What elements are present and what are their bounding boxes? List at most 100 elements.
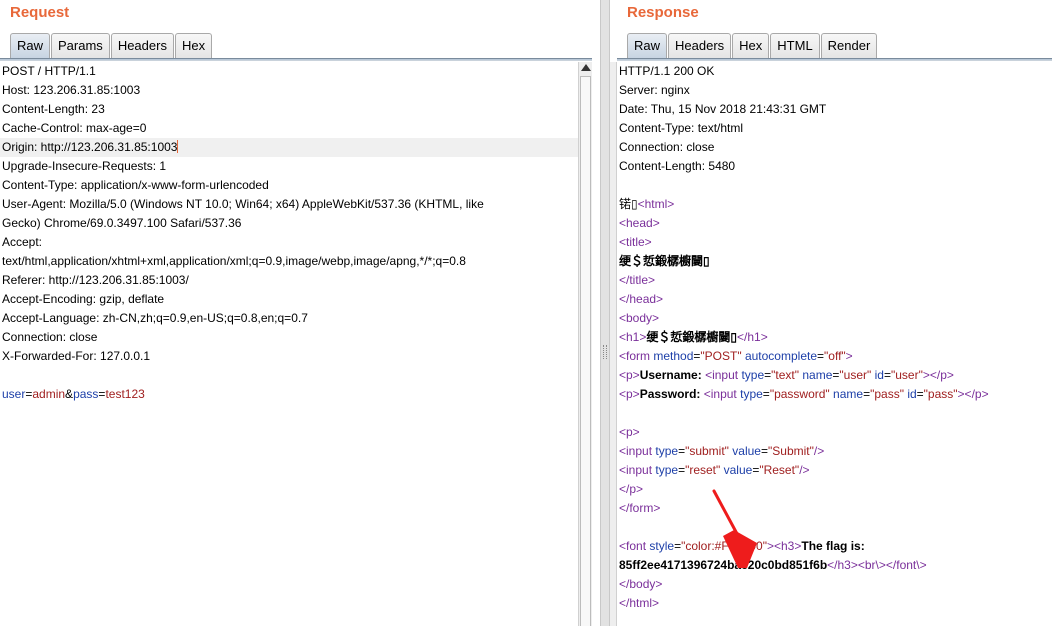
tab-raw[interactable]: Raw bbox=[10, 33, 51, 59]
attr: value bbox=[723, 463, 753, 477]
request-line: text/html,application/xhtml+xml,applicat… bbox=[2, 254, 466, 268]
tab-render[interactable]: Render bbox=[820, 33, 878, 59]
tag: <h3> bbox=[774, 539, 802, 553]
scroll-up-arrow-icon[interactable] bbox=[581, 64, 591, 71]
html-line: <p> bbox=[619, 425, 640, 439]
response-header-line: Content-Length: 5480 bbox=[619, 159, 736, 173]
request-line: Accept: bbox=[2, 235, 43, 249]
attr: id bbox=[874, 368, 884, 382]
origin-text: Origin: http://123.206.31.85:1003 bbox=[2, 140, 178, 154]
html-line: </head> bbox=[619, 292, 664, 306]
request-line-current: Origin: http://123.206.31.85:1003 bbox=[0, 138, 578, 157]
tag: > bbox=[845, 349, 853, 363]
form-line: <form method="POST" autocomplete="off"> bbox=[619, 349, 853, 363]
request-editor[interactable]: POST / HTTP/1.1 Host: 123.206.31.85:1003… bbox=[0, 62, 578, 626]
attr: id bbox=[907, 387, 917, 401]
flag-line: 85ff2ee4171396724bae20c0bd851f6b</h3><br… bbox=[617, 556, 1052, 575]
tag: <input bbox=[619, 444, 653, 458]
response-title: Response bbox=[627, 4, 699, 21]
tab-params[interactable]: Params bbox=[51, 33, 110, 59]
value: "text" bbox=[771, 368, 800, 382]
attr: type bbox=[655, 444, 679, 458]
tag: ></p> bbox=[922, 368, 954, 382]
tab-headers[interactable]: Headers bbox=[110, 33, 174, 59]
submit-line: <input type="submit" value="Submit"/> bbox=[619, 444, 825, 458]
tag: <p> bbox=[619, 368, 640, 382]
label: Password: bbox=[639, 387, 701, 401]
request-line: Content-Length: 23 bbox=[2, 102, 105, 116]
value: "user" bbox=[839, 368, 872, 382]
tag: </h1> bbox=[737, 330, 768, 344]
password-line: <p>Password: <input type="password" name… bbox=[619, 387, 989, 401]
body-key: pass bbox=[73, 387, 99, 401]
reset-line: <input type="reset" value="Reset"/> bbox=[619, 463, 810, 477]
attr: method bbox=[653, 349, 694, 363]
pane-splitter[interactable] bbox=[600, 0, 610, 626]
tag: ></p> bbox=[957, 387, 989, 401]
tag: /> bbox=[799, 463, 810, 477]
attr: type bbox=[655, 463, 679, 477]
attr: type bbox=[740, 387, 763, 401]
response-header-line: Server: nginx bbox=[619, 83, 690, 97]
value: "Submit" bbox=[768, 444, 814, 458]
request-scrollbar[interactable] bbox=[578, 62, 592, 626]
tab-html[interactable]: HTML bbox=[770, 33, 820, 59]
tab-headers[interactable]: Headers bbox=[668, 33, 732, 59]
request-line: User-Agent: Mozilla/5.0 (Windows NT 10.0… bbox=[2, 197, 484, 211]
attr: autocomplete bbox=[744, 349, 817, 363]
tab-underline bbox=[617, 58, 1052, 61]
attr: value bbox=[732, 444, 761, 458]
response-header-line: Content-Type: text/html bbox=[619, 121, 744, 135]
garbled-heading: 绠＄悊鍛樼櫥闄 bbox=[646, 330, 731, 344]
tag: </font\> bbox=[885, 558, 927, 572]
garbled-title: 绠＄悊鍛樼櫥闄 bbox=[619, 254, 704, 268]
request-pane: Request Raw Params Headers Hex POST / HT… bbox=[0, 0, 600, 626]
scroll-thumb[interactable] bbox=[580, 76, 591, 626]
html-line: </body> bbox=[619, 577, 663, 591]
response-editor[interactable]: HTTP/1.1 200 OK Server: nginx Date: Thu,… bbox=[617, 62, 1052, 626]
tab-hex[interactable]: Hex bbox=[732, 33, 770, 59]
html-line: </title> bbox=[619, 273, 656, 287]
tag: <input bbox=[619, 463, 653, 477]
response-header-line: Date: Thu, 15 Nov 2018 21:43:31 GMT bbox=[619, 102, 827, 116]
tag: <input bbox=[705, 368, 739, 382]
request-line: Cache-Control: max-age=0 bbox=[2, 121, 147, 135]
tag: <form bbox=[619, 349, 651, 363]
attr: name bbox=[833, 387, 864, 401]
tag: </h3> bbox=[827, 558, 858, 572]
tag: <br\> bbox=[857, 558, 886, 572]
request-line: Content-Type: application/x-www-form-url… bbox=[2, 178, 269, 192]
value: "reset" bbox=[685, 463, 721, 477]
label: Username: bbox=[639, 368, 702, 382]
tag: <h1> bbox=[619, 330, 647, 344]
splitter-grip-icon[interactable] bbox=[603, 345, 607, 359]
body-amp: & bbox=[65, 387, 74, 401]
flag-label: The flag is: bbox=[801, 539, 865, 553]
bom-text: 锘 bbox=[619, 197, 632, 211]
request-line bbox=[0, 366, 578, 385]
request-line: Connection: close bbox=[2, 330, 98, 344]
response-scrollbar[interactable] bbox=[610, 62, 617, 626]
html-line: 锘▯<html> bbox=[619, 197, 675, 211]
response-header-line: HTTP/1.1 200 OK bbox=[619, 64, 715, 78]
request-line: X-Forwarded-For: 127.0.0.1 bbox=[2, 349, 151, 363]
attr: type bbox=[741, 368, 765, 382]
html-line: </p> bbox=[619, 482, 644, 496]
value: "pass" bbox=[923, 387, 958, 401]
tab-hex[interactable]: Hex bbox=[174, 33, 213, 59]
response-header-line: Connection: close bbox=[619, 140, 715, 154]
request-line: Referer: http://123.206.31.85:1003/ bbox=[2, 273, 189, 287]
tab-raw[interactable]: Raw bbox=[627, 33, 668, 59]
request-line: Upgrade-Insecure-Requests: 1 bbox=[2, 159, 167, 173]
body-value: test123 bbox=[105, 387, 145, 401]
body-value: admin bbox=[32, 387, 66, 401]
value: "Reset" bbox=[759, 463, 800, 477]
html-line: </form> bbox=[619, 501, 661, 515]
tab-underline bbox=[0, 58, 592, 61]
response-tabs: Raw Headers Hex HTML Render bbox=[627, 33, 878, 59]
html-line: <head> bbox=[619, 216, 660, 230]
request-line: Host: 123.206.31.85:1003 bbox=[2, 83, 141, 97]
value: "off" bbox=[824, 349, 846, 363]
tag: /> bbox=[813, 444, 825, 458]
